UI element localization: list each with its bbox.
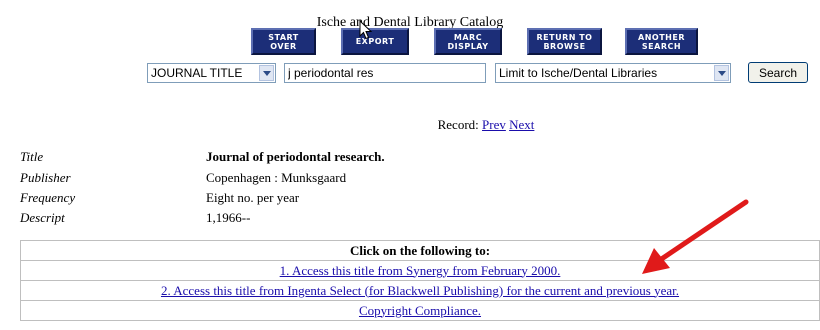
search-input[interactable] [284, 63, 486, 83]
chevron-down-icon[interactable] [714, 65, 729, 81]
publisher-label: Publisher [20, 170, 71, 185]
start-over-label: START OVER [268, 32, 299, 51]
link-row: Copyright Compliance. [20, 300, 820, 321]
frequency-label: Frequency [20, 190, 76, 205]
descript-value: 1,1966-- [206, 210, 251, 225]
search-scope-value: Limit to Ische/Dental Libraries [499, 66, 658, 80]
return-to-browse-label: RETURN TO BROWSE [536, 32, 593, 51]
another-search-label: ANOTHER SEARCH [638, 32, 685, 51]
marc-display-button[interactable]: MARC DISPLAY [434, 28, 502, 55]
record-navigation: Record: Prev Next [0, 117, 820, 133]
synergy-access-link[interactable]: 1. Access this title from Synergy from F… [280, 263, 561, 278]
search-scope-select[interactable]: Limit to Ische/Dental Libraries [495, 63, 731, 83]
return-to-browse-button[interactable]: RETURN TO BROWSE [527, 28, 602, 55]
copyright-compliance-link[interactable]: Copyright Compliance. [359, 303, 481, 318]
descript-label: Descript [20, 210, 65, 225]
marc-display-label: MARC DISPLAY [447, 32, 489, 51]
prev-record-link[interactable]: Prev [482, 117, 506, 132]
publisher-value: Copenhagen : Munksgaard [206, 170, 347, 185]
next-record-link[interactable]: Next [509, 117, 534, 132]
another-search-button[interactable]: ANOTHER SEARCH [625, 28, 698, 55]
start-over-button[interactable]: START OVER [251, 28, 316, 55]
red-arrow-annotation-icon [642, 199, 749, 274]
mouse-cursor-icon [359, 20, 373, 40]
chevron-down-icon[interactable] [259, 65, 274, 81]
frequency-value: Eight no. per year [206, 190, 300, 205]
title-value: Journal of periodontal research. [206, 149, 385, 164]
title-label: Title [20, 149, 44, 164]
search-index-value: JOURNAL TITLE [151, 66, 243, 80]
search-index-select[interactable]: JOURNAL TITLE [147, 63, 276, 83]
export-button[interactable]: EXPORT [341, 28, 409, 55]
search-button[interactable]: Search [748, 62, 808, 83]
record-label: Record: [437, 117, 479, 132]
